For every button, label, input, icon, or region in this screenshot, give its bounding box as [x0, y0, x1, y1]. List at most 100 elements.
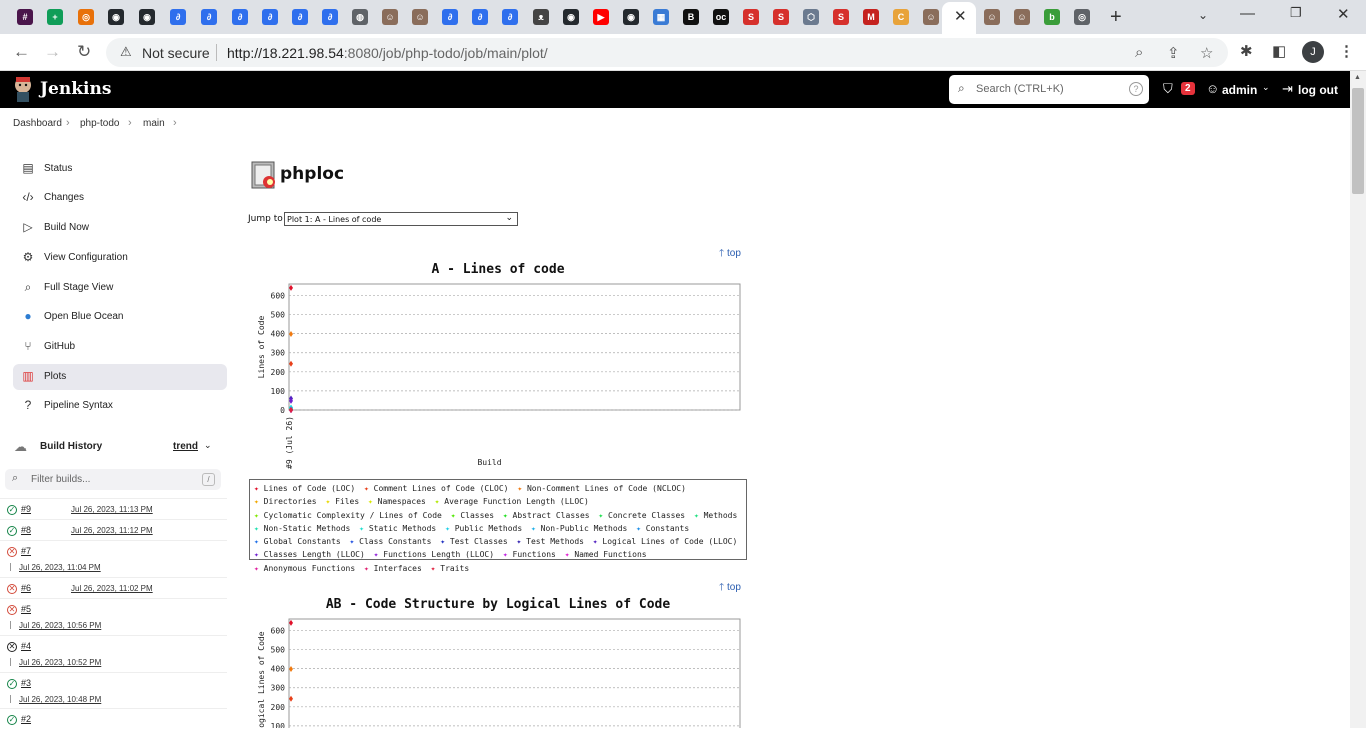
- zoom-icon[interactable]: ⌕: [1135, 44, 1143, 61]
- github-icon[interactable]: ◉: [108, 9, 124, 25]
- build-row[interactable]: ✓ #2: [0, 708, 227, 745]
- build-date-link[interactable]: Jul 26, 2023, 10:52 PM: [19, 658, 101, 667]
- build-row[interactable]: ✓ #8 Jul 26, 2023, 11:12 PM: [0, 519, 227, 540]
- security-label[interactable]: Not secure: [142, 45, 210, 61]
- build-date-link[interactable]: Jul 26, 2023, 11:02 PM: [71, 584, 153, 593]
- sheets-icon[interactable]: +: [47, 9, 63, 25]
- jenkins-tab-icon[interactable]: ☺: [1014, 9, 1030, 25]
- tab-search-chevron-icon[interactable]: ⌄: [1198, 8, 1208, 22]
- blue-app-icon[interactable]: ∂: [442, 9, 458, 25]
- restore-icon[interactable]: ❐: [1290, 5, 1302, 21]
- sidebar-item-view-configuration[interactable]: ⚙ View Configuration: [13, 245, 227, 271]
- build-date-link[interactable]: Jul 26, 2023, 11:13 PM: [71, 505, 153, 514]
- sidebar-item-github[interactable]: ⑂ GitHub: [13, 334, 227, 360]
- url-text[interactable]: http://18.221.98.54:8080/job/php-todo/jo…: [227, 45, 548, 61]
- scroll-up-icon[interactable]: ▲: [1354, 74, 1361, 81]
- slack-icon[interactable]: #: [17, 9, 33, 25]
- blue-app-icon[interactable]: ∂: [262, 9, 278, 25]
- blue-app-icon[interactable]: ∂: [232, 9, 248, 25]
- logout-link[interactable]: log out: [1298, 83, 1338, 97]
- filter-builds-input[interactable]: ⌕ Filter builds... /: [5, 469, 221, 490]
- s-app-icon[interactable]: S: [833, 9, 849, 25]
- sidebar-item-pipeline-syntax[interactable]: ? Pipeline Syntax: [13, 393, 227, 419]
- forward-icon[interactable]: →: [44, 42, 61, 62]
- jenkins-tab-icon[interactable]: ☺: [984, 9, 1000, 25]
- jenkins-logo-icon[interactable]: [12, 76, 34, 103]
- build-row[interactable]: ✕ #7 Jul 26, 2023, 11:04 PM: [0, 540, 227, 577]
- sidebar-item-changes[interactable]: ‹/› Changes: [13, 185, 227, 211]
- avatar-icon[interactable]: ☺: [382, 9, 398, 25]
- github-icon[interactable]: ◉: [139, 9, 155, 25]
- top-link[interactable]: 🡑 top: [719, 580, 741, 597]
- build-number-link[interactable]: #9: [21, 504, 31, 514]
- extensions-icon[interactable]: ✱: [1240, 42, 1253, 60]
- top-link[interactable]: 🡑 top: [719, 246, 741, 263]
- globe-icon[interactable]: ◍: [352, 9, 368, 25]
- build-number-link[interactable]: #3: [21, 678, 31, 688]
- blue-app-icon[interactable]: ∂: [502, 9, 518, 25]
- gmail-icon[interactable]: M: [863, 9, 879, 25]
- build-number-link[interactable]: #6: [21, 583, 31, 593]
- address-bar[interactable]: ⚠ Not secure http://18.221.98.54:8080/jo…: [106, 38, 1228, 67]
- app-icon[interactable]: ◎: [78, 9, 94, 25]
- minimize-icon[interactable]: —: [1240, 5, 1255, 22]
- build-row[interactable]: ✓ #3 Jul 26, 2023, 10:48 PM: [0, 672, 227, 709]
- share-icon[interactable]: ⇪: [1167, 44, 1180, 62]
- sidebar-item-plots[interactable]: ▥ Plots: [13, 364, 227, 390]
- github-icon[interactable]: ◉: [623, 9, 639, 25]
- avatar-icon[interactable]: ☺: [412, 9, 428, 25]
- warning-icon[interactable]: ⚠: [120, 44, 132, 60]
- bing-icon[interactable]: b: [1044, 9, 1060, 25]
- blue-app-icon[interactable]: ∂: [201, 9, 217, 25]
- build-number-link[interactable]: #8: [21, 525, 31, 535]
- build-number-link[interactable]: #2: [21, 714, 31, 724]
- new-tab-icon[interactable]: +: [1110, 6, 1122, 29]
- breadcrumb-main[interactable]: main: [143, 118, 165, 129]
- grid-app-icon[interactable]: ▦: [653, 9, 669, 25]
- build-row[interactable]: ✕ #6 Jul 26, 2023, 11:02 PM: [0, 577, 227, 598]
- browser-menu-icon[interactable]: ⋮: [1339, 42, 1354, 60]
- sidebar-item-open-blue-ocean[interactable]: ● Open Blue Ocean: [13, 304, 227, 330]
- profile-avatar[interactable]: J: [1302, 41, 1324, 63]
- user-icon[interactable]: ☺: [1206, 81, 1219, 96]
- cat-icon[interactable]: ᴥ: [533, 9, 549, 25]
- security-badge[interactable]: 2: [1181, 82, 1195, 95]
- bbc-icon[interactable]: B: [683, 9, 699, 25]
- chevron-down-icon[interactable]: ⌄: [204, 440, 212, 451]
- build-row[interactable]: ✓ #9 Jul 26, 2023, 11:13 PM: [0, 498, 227, 519]
- window-close-icon[interactable]: ✕: [1337, 5, 1350, 23]
- build-date-link[interactable]: Jul 26, 2023, 11:04 PM: [19, 563, 101, 572]
- build-number-link[interactable]: #4: [21, 641, 31, 651]
- user-menu[interactable]: admin: [1222, 83, 1257, 97]
- build-date-link[interactable]: Jul 26, 2023, 10:56 PM: [19, 621, 101, 630]
- s-app-icon[interactable]: S: [773, 9, 789, 25]
- trend-link[interactable]: trend: [173, 441, 198, 452]
- breadcrumb-dashboard[interactable]: Dashboard: [13, 118, 62, 129]
- scrollbar-thumb[interactable]: [1352, 88, 1364, 194]
- blue-app-icon[interactable]: ∂: [322, 9, 338, 25]
- build-number-link[interactable]: #7: [21, 546, 31, 556]
- jenkins-title[interactable]: Jenkins: [40, 79, 111, 99]
- chevron-down-icon[interactable]: ⌄: [1262, 82, 1270, 93]
- jenkins-tab-icon[interactable]: ☺: [923, 9, 939, 25]
- build-row[interactable]: ✕ #5 Jul 26, 2023, 10:56 PM: [0, 598, 227, 635]
- s-app-icon[interactable]: S: [743, 9, 759, 25]
- hex-app-icon[interactable]: ⬡: [803, 9, 819, 25]
- jenkins-search-input[interactable]: ⌕ Search (CTRL+K) ?: [949, 75, 1149, 104]
- youtube-icon[interactable]: ▶: [593, 9, 609, 25]
- blue-app-icon[interactable]: ∂: [292, 9, 308, 25]
- breadcrumb-php-todo[interactable]: php-todo: [80, 118, 119, 129]
- blue-app-icon[interactable]: ∂: [472, 9, 488, 25]
- back-icon[interactable]: ←: [13, 42, 30, 62]
- build-date-link[interactable]: Jul 26, 2023, 11:12 PM: [71, 526, 153, 535]
- build-row[interactable]: ✕ #4 Jul 26, 2023, 10:52 PM: [0, 635, 227, 672]
- close-tab-icon[interactable]: ✕: [954, 7, 967, 25]
- c-app-icon[interactable]: C: [893, 9, 909, 25]
- oc-icon[interactable]: oc: [713, 9, 729, 25]
- build-date-link[interactable]: Jul 26, 2023, 10:48 PM: [19, 695, 101, 704]
- reload-icon[interactable]: ↻: [77, 42, 91, 62]
- chrome-icon[interactable]: ◎: [1074, 9, 1090, 25]
- side-panel-icon[interactable]: ◧: [1272, 42, 1286, 60]
- security-shield-icon[interactable]: ⛉: [1163, 81, 1173, 97]
- logout-icon[interactable]: ⇥: [1282, 81, 1293, 97]
